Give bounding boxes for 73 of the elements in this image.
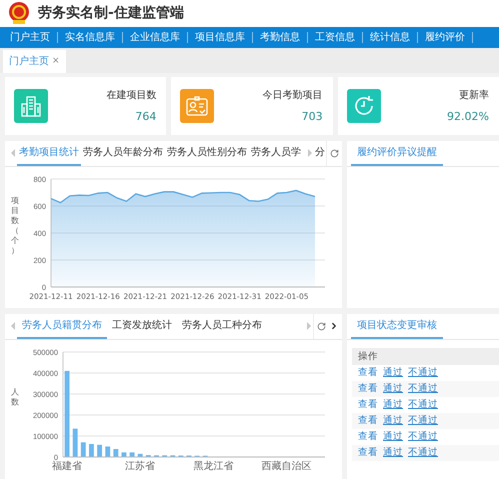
action-link[interactable]: 通过 (383, 382, 403, 396)
stat-value: 92.02% (447, 110, 489, 124)
scroll-right-icon[interactable] (308, 149, 312, 158)
chart-tab[interactable]: 考勤项目统计 (17, 140, 81, 166)
app-title: 劳务实名制-住建监管端 (38, 4, 184, 22)
bar (113, 449, 118, 457)
nav-link[interactable]: 企业信息库 (123, 32, 188, 43)
action-link[interactable]: 查看 (358, 398, 378, 412)
nav-link[interactable]: 门户主页 (3, 32, 58, 43)
panel-title: 项目状态变更审核 (351, 314, 443, 339)
stat-label: 更新率 (458, 88, 489, 102)
action-link[interactable]: 通过 (383, 430, 403, 444)
action-link[interactable]: 通过 (383, 414, 403, 428)
action-link[interactable]: 不通过 (408, 366, 438, 380)
scroll-right-icon[interactable] (307, 322, 311, 330)
chart-tab[interactable]: 劳务人员性别分布 (165, 140, 249, 166)
chart-tab[interactable]: 劳务人员工种分布 (177, 314, 267, 339)
stat-label: 今日考勤项目 (262, 88, 323, 102)
stat-value: 703 (302, 110, 323, 124)
scroll-left-icon[interactable] (11, 149, 15, 158)
action-link[interactable]: 不通过 (408, 430, 438, 444)
refresh-icon[interactable] (317, 322, 326, 331)
axis-title: 人数 (11, 387, 19, 406)
axis-label: 福建省 (52, 460, 82, 472)
action-link[interactable]: 查看 (358, 382, 378, 396)
clock-refresh-icon (352, 94, 375, 117)
page-tab[interactable]: 门户主页 × (3, 50, 66, 73)
nav-link[interactable]: 项目信息库 (188, 32, 253, 43)
id-card-icon (186, 96, 208, 116)
chart-tab[interactable]: 分 (314, 140, 326, 166)
bar (130, 452, 135, 457)
panel-title: 履约评价异议提醒 (351, 140, 443, 166)
bar (80, 442, 86, 457)
nav-link[interactable]: 实名信息库 (58, 32, 123, 43)
bar (138, 454, 143, 457)
action-link[interactable]: 查看 (358, 414, 378, 428)
nav-link[interactable]: 考勤信息 (253, 32, 308, 43)
stat-label: 在建项目数 (106, 88, 156, 102)
action-link[interactable]: 通过 (383, 446, 403, 460)
emblem-icon (8, 1, 30, 26)
bar (89, 444, 94, 457)
action-link[interactable]: 不通过 (408, 398, 438, 412)
scroll-left-icon[interactable] (11, 322, 15, 330)
next-icon[interactable] (329, 321, 339, 332)
nav-link[interactable]: 统计信息 (363, 32, 418, 43)
column-header: 操作 (352, 348, 499, 365)
action-link[interactable]: 不通过 (408, 382, 438, 396)
axis-label: 江苏省 (125, 460, 156, 472)
axis-label: 黑龙江省 (193, 460, 234, 472)
nav-link[interactable]: 工资信息 (308, 32, 363, 43)
stat-value: 764 (135, 110, 156, 124)
chart-tab[interactable]: 劳务人员年龄分布 (81, 140, 165, 166)
axis-title: 项目数（个） (11, 196, 19, 255)
chart-tab[interactable]: 工资发放统计 (107, 314, 177, 339)
bar (97, 444, 102, 457)
tab-label: 门户主页 (9, 54, 49, 68)
action-link[interactable]: 查看 (358, 446, 378, 460)
action-link[interactable]: 查看 (358, 366, 378, 380)
axis-label: 西藏自治区 (262, 460, 312, 472)
nav-link[interactable]: 履约评价 (418, 32, 473, 43)
close-icon[interactable]: × (52, 56, 60, 66)
bar (72, 428, 78, 457)
action-link[interactable]: 不通过 (408, 446, 438, 460)
chart-tab[interactable]: 劳务人员籍贯分布 (17, 314, 107, 339)
action-link[interactable]: 通过 (383, 366, 403, 380)
bar (105, 446, 110, 457)
action-link[interactable]: 通过 (383, 398, 403, 412)
refresh-icon[interactable] (330, 148, 339, 158)
action-link[interactable]: 不通过 (408, 414, 438, 428)
building-icon (21, 94, 41, 117)
action-link[interactable]: 查看 (358, 430, 378, 444)
chart-tab[interactable]: 劳务人员学 (249, 140, 303, 166)
bar (122, 452, 126, 457)
